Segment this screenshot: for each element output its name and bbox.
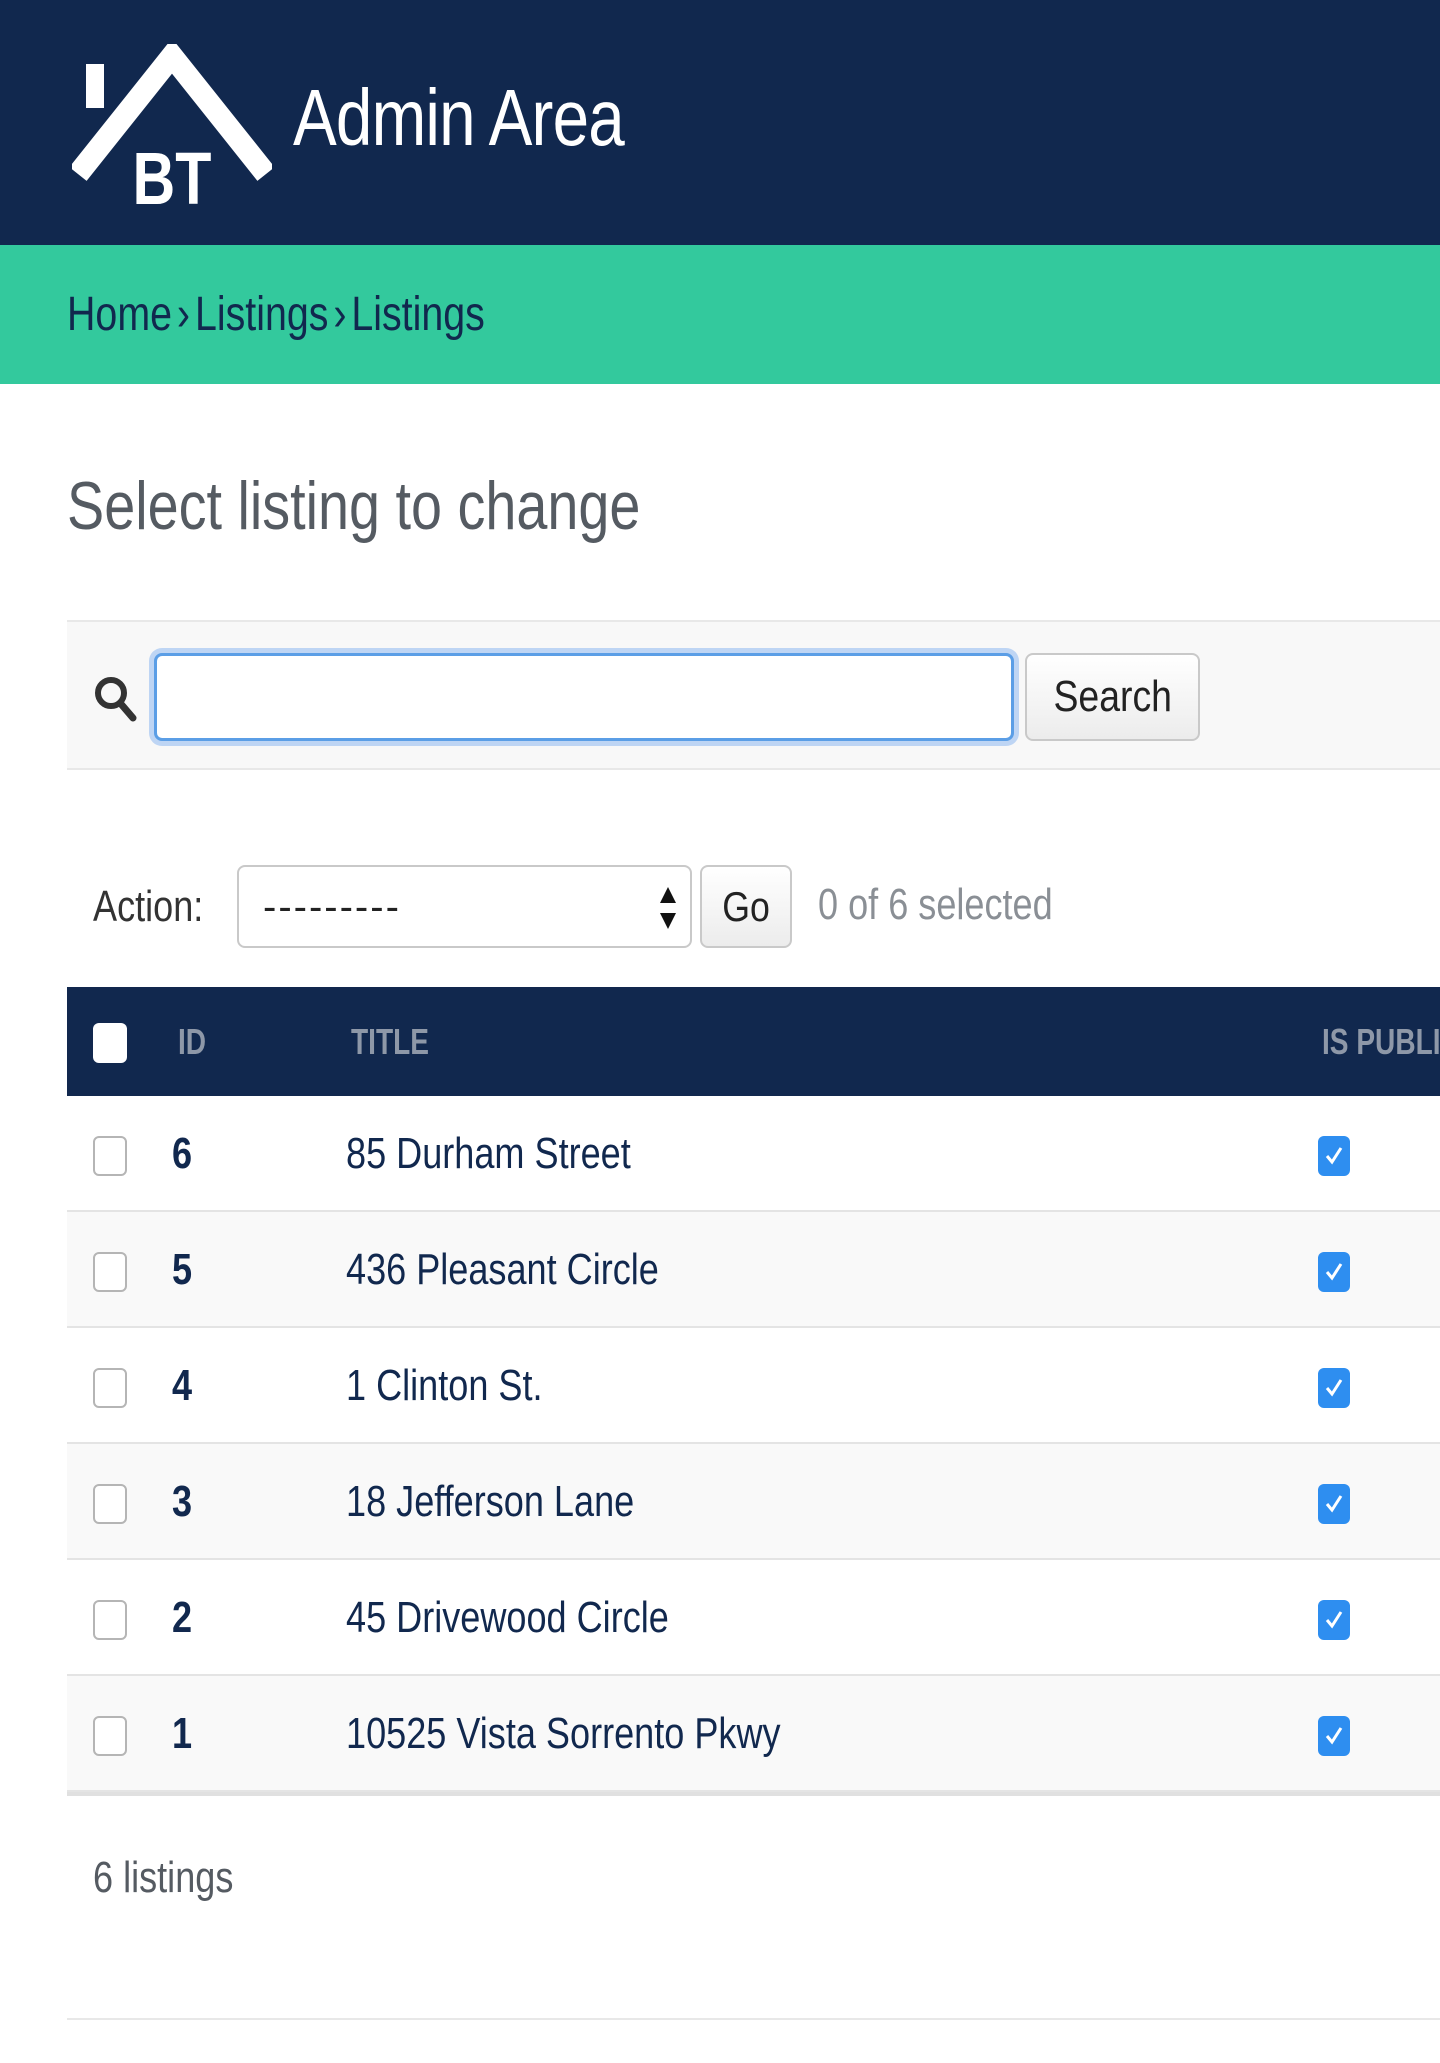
search-input[interactable] [154, 653, 1014, 741]
table-row: 6 85 Durham Street [67, 1096, 1440, 1212]
breadcrumb-trail: Home › Listings › Listings [67, 287, 485, 343]
cell-id: 5 [172, 1245, 193, 1294]
breadcrumb-current: Listings [351, 288, 485, 341]
table-row: 5 436 Pleasant Circle [67, 1212, 1440, 1328]
row-select-checkbox[interactable] [93, 1136, 127, 1176]
action-select[interactable]: --------- [237, 865, 692, 948]
published-checkbox-checked [1318, 1252, 1350, 1292]
checkmark-icon [1325, 1263, 1343, 1281]
column-header-title[interactable]: TITLE [351, 1017, 429, 1067]
row-select-checkbox[interactable] [93, 1368, 127, 1408]
table-header: ID TITLE IS PUBLI [67, 987, 1440, 1096]
go-button[interactable]: Go [700, 865, 792, 948]
search-button[interactable]: Search [1025, 653, 1200, 741]
checkmark-icon [1325, 1611, 1343, 1629]
cell-id: 6 [172, 1129, 193, 1178]
select-all-checkbox[interactable] [93, 1023, 127, 1063]
table-row: 4 1 Clinton St. [67, 1328, 1440, 1444]
published-checkbox-checked [1318, 1600, 1350, 1640]
row-select-checkbox[interactable] [93, 1252, 127, 1292]
table-row: 2 45 Drivewood Circle [67, 1560, 1440, 1676]
result-count: 6 listings [93, 1853, 234, 1902]
breadcrumb: Home › Listings › Listings [0, 245, 1440, 384]
table-body: 6 85 Durham Street 5 436 Pleasant Circle… [67, 1096, 1440, 1792]
breadcrumb-home[interactable]: Home [67, 288, 172, 341]
breadcrumb-separator: › [333, 288, 347, 341]
column-header-id[interactable]: ID [178, 1017, 206, 1067]
results-table: ID TITLE IS PUBLI 6 85 Durham Street 5 4… [67, 987, 1440, 1796]
breadcrumb-separator: › [176, 288, 191, 341]
svg-text:BT: BT [133, 138, 212, 214]
search-icon [95, 677, 137, 722]
brand-logo[interactable]: BT [72, 44, 272, 214]
cell-title-link[interactable]: 10525 Vista Sorrento Pkwy [346, 1706, 781, 1762]
cell-title-link[interactable]: 1 Clinton St. [346, 1358, 543, 1414]
checkmark-icon [1325, 1495, 1343, 1513]
row-select-checkbox[interactable] [93, 1600, 127, 1640]
select-arrows-icon [660, 887, 676, 929]
checkmark-icon [1325, 1727, 1343, 1745]
selection-counter: 0 of 6 selected [818, 880, 1053, 929]
row-select-checkbox[interactable] [93, 1716, 127, 1756]
cell-title-link[interactable]: 436 Pleasant Circle [346, 1242, 659, 1298]
cell-title-link[interactable]: 85 Durham Street [346, 1126, 631, 1182]
search-button-label: Search [1053, 672, 1172, 721]
page-title: Select listing to change [67, 468, 641, 544]
published-checkbox-checked [1318, 1484, 1350, 1524]
footer-divider [67, 2018, 1440, 2020]
site-header: BT Admin Area [0, 0, 1440, 245]
column-header-is-published[interactable]: IS PUBLI [1322, 1017, 1440, 1067]
app-title: Admin Area [293, 73, 625, 162]
table-row: 3 18 Jefferson Lane [67, 1444, 1440, 1560]
action-label: Action: [93, 882, 204, 931]
published-checkbox-checked [1318, 1716, 1350, 1756]
action-select-value: --------- [263, 885, 401, 929]
cell-id: 3 [172, 1477, 193, 1526]
cell-title-link[interactable]: 18 Jefferson Lane [346, 1474, 634, 1530]
cell-id: 2 [172, 1593, 193, 1642]
cell-title-link[interactable]: 45 Drivewood Circle [346, 1590, 669, 1646]
go-button-label: Go [722, 882, 770, 930]
search-toolbar: Search [67, 620, 1440, 770]
table-bottom-border [67, 1792, 1440, 1796]
cell-id: 1 [172, 1709, 193, 1758]
checkmark-icon [1325, 1147, 1343, 1165]
checkmark-icon [1325, 1379, 1343, 1397]
published-checkbox-checked [1318, 1368, 1350, 1408]
row-select-checkbox[interactable] [93, 1484, 127, 1524]
cell-id: 4 [172, 1361, 193, 1410]
table-row: 1 10525 Vista Sorrento Pkwy [67, 1676, 1440, 1792]
published-checkbox-checked [1318, 1136, 1350, 1176]
breadcrumb-listings-app[interactable]: Listings [195, 288, 328, 341]
